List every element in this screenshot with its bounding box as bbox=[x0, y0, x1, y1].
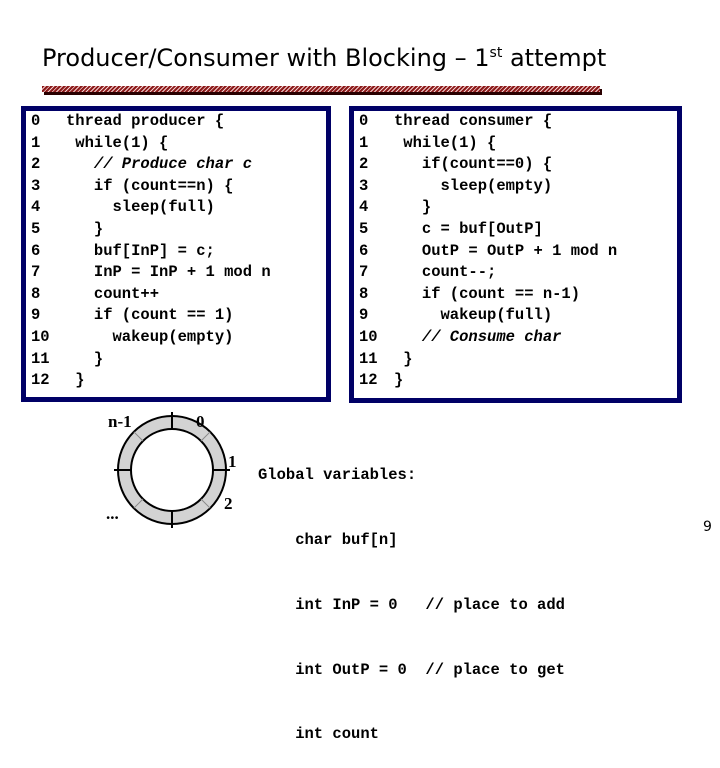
line-number: 8 bbox=[359, 284, 369, 303]
code-line: 6 OutP = OutP + 1 mod n bbox=[359, 241, 617, 263]
global-var-line: int OutP = 0 // place to get bbox=[258, 660, 565, 679]
code-text: InP = InP + 1 mod n bbox=[66, 263, 271, 282]
code-text: count--; bbox=[394, 263, 497, 282]
code-text: wakeup(empty) bbox=[66, 328, 234, 346]
code-text: } bbox=[66, 349, 104, 368]
global-var-line: int count bbox=[258, 725, 379, 744]
code-line: 6 buf[InP] = c; bbox=[31, 241, 215, 263]
code-text: } bbox=[66, 371, 85, 390]
code-line: 11 } bbox=[31, 349, 103, 371]
code-line: 4 sleep(full) bbox=[31, 197, 215, 219]
code-text: } bbox=[394, 198, 432, 217]
code-line: 9 wakeup(full) bbox=[359, 305, 552, 327]
line-number: 3 bbox=[31, 176, 41, 195]
code-comment: // Produce char c bbox=[66, 155, 253, 174]
code-text: OutP = OutP + 1 mod n bbox=[394, 241, 618, 260]
slot-label-1: 1 bbox=[228, 452, 237, 471]
code-line: 9 if (count == 1) bbox=[31, 305, 233, 327]
code-line: 10 wakeup(empty) bbox=[31, 327, 233, 349]
line-number: 12 bbox=[359, 371, 378, 390]
global-var-line: int InP = 0 // place to add bbox=[258, 595, 565, 614]
page-number: 9 bbox=[703, 519, 712, 535]
line-number: 5 bbox=[359, 220, 369, 238]
code-line: 10 // Consume char bbox=[359, 327, 561, 349]
line-number: 12 bbox=[31, 371, 50, 390]
line-number: 7 bbox=[31, 263, 41, 282]
code-text: thread producer { bbox=[66, 112, 225, 130]
global-var-line: char buf[n] bbox=[258, 530, 398, 549]
consumer-code-box: 0 thread consumer {1 while(1) {2 if(count… bbox=[349, 106, 682, 403]
code-text: if(count==0) { bbox=[394, 155, 553, 174]
code-line: 2 // Produce char c bbox=[31, 154, 252, 176]
code-line: 11 } bbox=[359, 349, 413, 371]
code-text: } bbox=[394, 371, 404, 390]
code-line: 3 if (count==n) { bbox=[31, 176, 233, 198]
code-text: } bbox=[394, 349, 413, 368]
code-text: thread consumer { bbox=[394, 112, 553, 130]
ring-inner bbox=[130, 428, 214, 512]
title-text-end: attempt bbox=[502, 44, 607, 72]
code-line: 3 sleep(empty) bbox=[359, 176, 552, 198]
code-text: if (count==n) { bbox=[66, 176, 234, 195]
line-number: 10 bbox=[359, 328, 378, 346]
code-text: while(1) { bbox=[66, 133, 169, 152]
code-line: 5 } bbox=[31, 219, 103, 241]
line-number: 4 bbox=[359, 198, 369, 217]
code-text: sleep(empty) bbox=[394, 176, 553, 195]
line-number: 3 bbox=[359, 176, 369, 195]
code-text: while(1) { bbox=[394, 133, 497, 152]
code-line: 8 if (count == n-1) bbox=[359, 284, 580, 306]
line-number: 0 bbox=[31, 112, 41, 130]
code-text: if (count == 1) bbox=[66, 306, 234, 325]
line-number: 11 bbox=[359, 349, 378, 368]
line-number: 4 bbox=[31, 198, 41, 217]
code-text: c = buf[OutP] bbox=[394, 220, 543, 238]
line-number: 6 bbox=[359, 241, 369, 260]
line-number: 6 bbox=[31, 241, 41, 260]
line-number: 5 bbox=[31, 220, 41, 238]
line-number: 8 bbox=[31, 284, 41, 303]
code-line: 7 InP = InP + 1 mod n bbox=[31, 262, 271, 284]
title-superscript: st bbox=[489, 45, 503, 61]
line-number: 9 bbox=[359, 306, 369, 325]
code-line: 5 c = buf[OutP] bbox=[359, 219, 543, 241]
slot-label-0: 0 bbox=[196, 412, 205, 431]
code-line: 4 } bbox=[359, 197, 431, 219]
title-underline bbox=[42, 86, 600, 92]
slot-label-ellipsis: ... bbox=[106, 504, 119, 523]
line-number: 10 bbox=[31, 328, 50, 346]
line-number: 2 bbox=[359, 155, 369, 174]
code-text: } bbox=[66, 220, 104, 238]
code-line: 0 thread consumer { bbox=[359, 111, 552, 133]
code-line: 12} bbox=[359, 370, 403, 392]
line-number: 1 bbox=[31, 133, 41, 152]
code-line: 1 while(1) { bbox=[31, 133, 168, 155]
globals-header: Global variables: bbox=[258, 466, 417, 485]
slot-label-n-minus-1: n-1 bbox=[108, 412, 132, 431]
line-number: 2 bbox=[31, 155, 41, 174]
code-text: sleep(full) bbox=[66, 198, 215, 217]
ring-buffer-diagram: n-1 0 1 2 ... bbox=[100, 412, 250, 540]
code-line: 7 count--; bbox=[359, 262, 496, 284]
code-text: wakeup(full) bbox=[394, 306, 553, 325]
title-text: Producer/Consumer with Blocking – 1 bbox=[42, 44, 490, 72]
line-number: 7 bbox=[359, 263, 369, 282]
code-line: 2 if(count==0) { bbox=[359, 154, 552, 176]
line-number: 1 bbox=[359, 133, 369, 152]
slot-label-2: 2 bbox=[224, 494, 233, 513]
code-text: buf[InP] = c; bbox=[66, 241, 215, 260]
code-line: 1 while(1) { bbox=[359, 133, 496, 155]
producer-code-box: 0 thread producer {1 while(1) {2 // Produ… bbox=[21, 106, 331, 402]
code-comment: // Consume char bbox=[394, 328, 562, 346]
code-line: 12 } bbox=[31, 370, 85, 392]
global-variables: Global variables: char buf[n] int InP = … bbox=[258, 422, 565, 768]
slide-title: Producer/Consumer with Blocking – 1st at… bbox=[42, 44, 606, 72]
line-number: 11 bbox=[31, 349, 50, 368]
code-line: 0 thread producer { bbox=[31, 111, 224, 133]
code-text: if (count == n-1) bbox=[394, 284, 581, 303]
line-number: 0 bbox=[359, 112, 369, 130]
line-number: 9 bbox=[31, 306, 41, 325]
code-line: 8 count++ bbox=[31, 284, 159, 306]
code-text: count++ bbox=[66, 284, 160, 303]
